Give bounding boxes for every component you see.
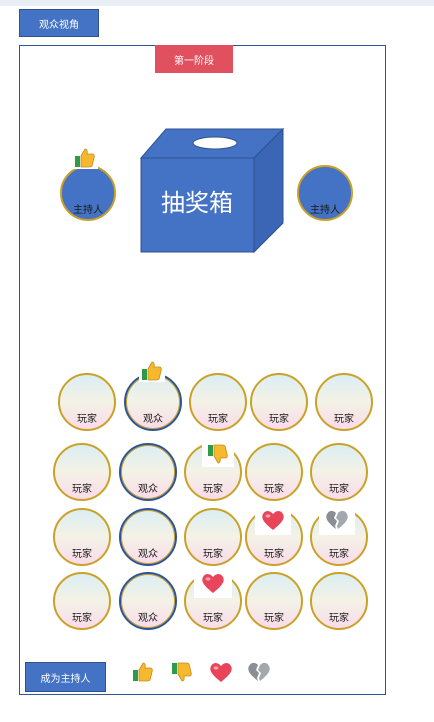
- broken-heart-icon: [319, 505, 355, 535]
- seat-label: 玩家: [329, 549, 349, 560]
- thumbs-down-icon[interactable]: [169, 660, 195, 684]
- seat-label: 玩家: [72, 549, 92, 560]
- host-seat-right[interactable]: 主持人: [297, 165, 353, 221]
- thumbs-down-icon: [202, 441, 234, 467]
- player-seat[interactable]: 玩家: [250, 373, 308, 431]
- seat-label: 玩家: [77, 414, 97, 425]
- seat-label: 玩家: [264, 613, 284, 624]
- player-seat[interactable]: 玩家: [245, 572, 303, 630]
- audience-view-button[interactable]: 观众视角: [19, 9, 99, 37]
- host-label: 主持人: [310, 205, 340, 216]
- seat-label: 玩家: [264, 484, 284, 495]
- seat-label: 观众: [138, 484, 158, 495]
- player-seat[interactable]: 玩家: [315, 373, 373, 431]
- seat-label: 玩家: [329, 613, 349, 624]
- player-seat[interactable]: 玩家: [53, 572, 111, 630]
- host-label: 主持人: [73, 205, 103, 216]
- player-seat[interactable]: 玩家: [184, 508, 242, 566]
- host-seat-left[interactable]: 主持人: [60, 165, 116, 221]
- seat-label: 玩家: [203, 613, 223, 624]
- player-seat[interactable]: 玩家: [189, 373, 247, 431]
- thumbs-up-icon: [139, 360, 165, 382]
- seat-label: 玩家: [208, 414, 228, 425]
- player-seat[interactable]: 玩家: [53, 508, 111, 566]
- thumbs-up-icon: [72, 147, 98, 169]
- become-host-button[interactable]: 成为主持人: [25, 662, 106, 692]
- thumbs-up-icon[interactable]: [130, 660, 156, 684]
- seat-label: 玩家: [269, 414, 289, 425]
- player-seat[interactable]: 玩家: [310, 572, 368, 630]
- heart-icon: [194, 568, 232, 598]
- player-seat[interactable]: 玩家: [53, 443, 111, 501]
- seat-label: 玩家: [72, 484, 92, 495]
- seat-label: 玩家: [334, 414, 354, 425]
- broken-heart-icon[interactable]: [246, 660, 272, 684]
- seat-label: 玩家: [203, 484, 223, 495]
- audience-seat[interactable]: 观众: [119, 443, 177, 501]
- seat-label: 玩家: [203, 549, 223, 560]
- top-strip: [0, 0, 434, 6]
- seat-label: 观众: [143, 414, 163, 425]
- player-seat[interactable]: 玩家: [245, 443, 303, 501]
- lottery-box[interactable]: 抽奖箱: [138, 125, 286, 253]
- seat-label: 观众: [138, 549, 158, 560]
- audience-seat[interactable]: 观众: [119, 508, 177, 566]
- seat-label: 玩家: [72, 613, 92, 624]
- audience-seat[interactable]: 观众: [119, 572, 177, 630]
- seat-label: 玩家: [264, 549, 284, 560]
- heart-icon: [255, 505, 291, 535]
- lottery-box-label: 抽奖箱: [161, 189, 233, 217]
- phase-badge: 第一阶段: [155, 45, 233, 73]
- player-seat[interactable]: 玩家: [310, 443, 368, 501]
- seat-label: 玩家: [329, 484, 349, 495]
- seat-label: 观众: [138, 613, 158, 624]
- player-seat[interactable]: 玩家: [58, 373, 116, 431]
- heart-icon[interactable]: [208, 660, 234, 684]
